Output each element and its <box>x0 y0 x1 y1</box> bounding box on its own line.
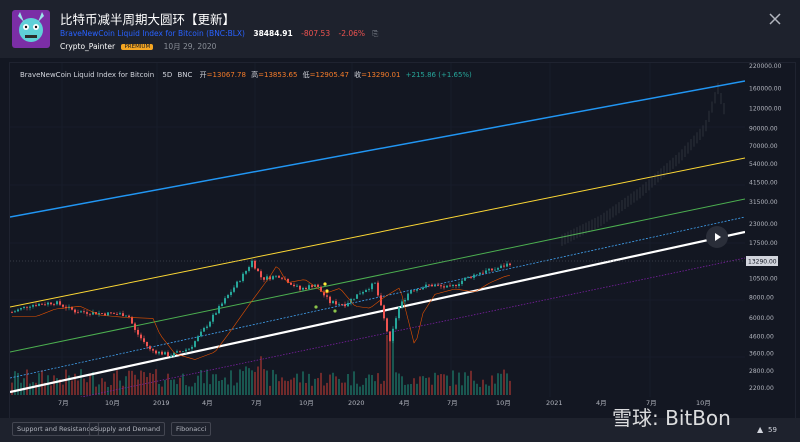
legend-low: =12905.47 <box>309 71 349 79</box>
like-count: 59 <box>768 426 777 434</box>
legend-low-label: 低 <box>302 71 310 79</box>
legend-high: =13853.65 <box>258 71 298 79</box>
tag-fibonacci[interactable]: Fibonacci <box>171 422 212 436</box>
replay-button[interactable] <box>706 226 728 248</box>
tag-supply-demand[interactable]: Supply and Demand <box>89 422 166 436</box>
symbol-line: BraveNewCoin Liquid Index for Bitcoin (B… <box>60 29 378 39</box>
author-line: Crypto_Painter PREMIUM 10月 29, 2020 <box>60 41 216 52</box>
last-price: 38484.91 <box>253 29 293 38</box>
legend-exchange: BNC <box>177 71 193 79</box>
link-icon[interactable]: ⎘ <box>372 29 378 38</box>
tag-support-resistance[interactable]: Support and Resistance <box>12 422 100 436</box>
publish-date: 10月 29, 2020 <box>163 42 217 51</box>
symbol-code[interactable]: (BNC:BLX) <box>206 29 245 38</box>
legend-open-label: 开 <box>199 71 207 79</box>
close-icon[interactable] <box>768 12 782 26</box>
legend-open: =13067.78 <box>206 71 246 79</box>
idea-header: 比特币减半周期大圆环【更新】 BraveNewCoin Liquid Index… <box>0 0 800 58</box>
author-avatar[interactable] <box>12 10 50 48</box>
idea-title: 比特币减半周期大圆环【更新】 <box>60 12 236 27</box>
price-change: -807.53 <box>301 29 331 38</box>
legend-interval[interactable]: 5D <box>162 71 172 79</box>
price-change-percent: -2.06% <box>338 29 366 38</box>
symbol-name-link[interactable]: BraveNewCoin Liquid Index for Bitcoin <box>60 29 204 38</box>
like-icon[interactable]: ▲ <box>757 425 763 434</box>
premium-badge: PREMIUM <box>121 44 154 50</box>
author-name[interactable]: Crypto_Painter <box>60 42 115 51</box>
legend-close: =13290.01 <box>361 71 401 79</box>
legend-change: +215.86 (+1.65%) <box>405 71 472 79</box>
legend-symbol: BraveNewCoin Liquid Index for Bitcoin <box>20 71 155 79</box>
watermark: 雪球: BitBon <box>612 406 731 430</box>
chart-pane[interactable] <box>9 62 796 419</box>
play-icon <box>715 233 721 241</box>
chart-legend: BraveNewCoin Liquid Index for Bitcoin 5D… <box>20 70 472 80</box>
